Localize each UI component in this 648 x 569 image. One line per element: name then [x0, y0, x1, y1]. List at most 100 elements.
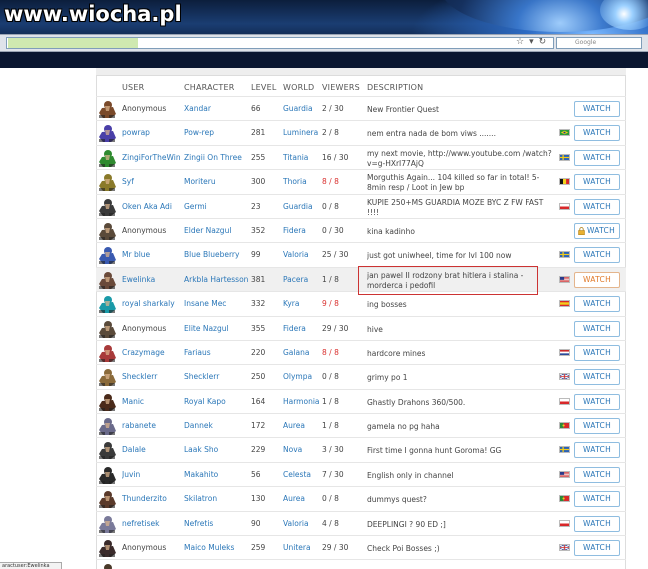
row-description: my next movie, http://www.youtube.com /w… [367, 148, 552, 168]
row-viewers: 7 / 30 [322, 469, 344, 479]
row-character[interactable]: Makahito [184, 463, 250, 487]
watch-button[interactable]: WATCH [574, 296, 620, 313]
row-character[interactable]: Laak Sho [184, 438, 250, 462]
row-world[interactable]: Nova [283, 438, 323, 462]
row-character[interactable]: Dannek [184, 414, 250, 438]
row-character[interactable]: Blue Blueberry [184, 243, 250, 267]
table-row[interactable]: nefretisek Nefretis 90 Valoria 4 / 8 DEEPLING… [96, 510, 626, 536]
table-row[interactable]: Anonymous Xandar 66 Guardia 2 / 30 New Fronti… [96, 96, 626, 120]
table-row[interactable]: ZingiForTheWin Zingii On Three 255 Titania 1… [96, 144, 626, 170]
row-user[interactable]: Oken Aka Adi [122, 195, 182, 219]
watch-button[interactable]: WATCH [574, 369, 620, 386]
row-user[interactable]: Thunderzito [122, 487, 182, 511]
table-row[interactable]: Manic Royal Kapo 164 Harmonia 1 / 8 Ghastly D… [96, 388, 626, 414]
star-icon[interactable]: ☆ [516, 37, 524, 47]
dropdown-icon[interactable]: ▾ [529, 37, 534, 47]
watch-button[interactable]: WATCH [574, 393, 620, 410]
watch-button[interactable]: WATCH [574, 174, 620, 191]
table-row[interactable]: Syf Moriteru 300 Thoria 8 / 8 Morguthis Again… [96, 169, 626, 193]
table-row[interactable]: Mr blue Blue Blueberry 99 Valoria 25 / 30 jus… [96, 242, 626, 266]
row-character[interactable]: Pow-rep [184, 121, 250, 145]
row-user[interactable]: nefretisek [122, 512, 182, 536]
row-world[interactable]: Fidera [283, 219, 323, 243]
row-character[interactable]: Moriteru [184, 170, 250, 194]
watch-button[interactable]: WATCH [574, 491, 620, 508]
row-user[interactable]: Dalale [122, 438, 182, 462]
table-row[interactable]: Crazymage Fariaus 220 Galana 8 / 8 hardcore m… [96, 339, 626, 365]
row-character[interactable]: Elder Nazgul [184, 219, 250, 243]
row-world[interactable]: Luminera [283, 121, 323, 145]
reload-icon[interactable]: ↻ [539, 37, 547, 47]
row-world[interactable]: Harmonia [283, 390, 323, 414]
row-character[interactable]: Zingii On Three [184, 146, 250, 170]
row-user[interactable] [122, 560, 182, 569]
row-world[interactable]: Galana [283, 341, 323, 365]
table-row[interactable]: Dalale Laak Sho 229 Nova 3 / 30 First time I … [96, 437, 626, 461]
row-world[interactable]: Valoria [283, 243, 323, 267]
row-world[interactable]: Olympa [283, 365, 323, 389]
table-row[interactable]: Shecklerr Shecklerr 250 Olympa 0 / 8 grimy po… [96, 364, 626, 388]
table-row[interactable]: Anonymous Elder Nazgul 352 Fidera 0 / 30 kina… [96, 217, 626, 243]
row-character[interactable]: Maico Muleks [184, 536, 250, 560]
row-user[interactable]: Shecklerr [122, 365, 182, 389]
row-user[interactable]: Ewelinka [122, 268, 182, 292]
row-user[interactable]: ZingiForTheWin [122, 146, 182, 170]
row-world[interactable]: Aurea [283, 487, 323, 511]
watch-button[interactable]: WATCH [574, 222, 620, 239]
site-logo: www.wiocha.pl [4, 2, 182, 26]
row-character[interactable]: Xandar [184, 97, 250, 121]
row-user[interactable]: Crazymage [122, 341, 182, 365]
row-world[interactable]: Thoria [283, 170, 323, 194]
row-character[interactable]: Germi [184, 195, 250, 219]
table-row[interactable]: powrap Pow-rep 281 Luminera 2 / 8 nem entra n… [96, 120, 626, 144]
table-row[interactable]: Anonymous Elite Nazgul 355 Fidera 29 / 30 hiv… [96, 315, 626, 341]
row-user[interactable]: rabanete [122, 414, 182, 438]
row-world[interactable]: Unitera [283, 536, 323, 560]
row-user[interactable]: royal sharkaly [122, 292, 182, 316]
row-world[interactable] [283, 560, 323, 569]
watch-button[interactable]: WATCH [574, 149, 620, 166]
row-world[interactable]: Guardia [283, 195, 323, 219]
row-character[interactable]: Fariaus [184, 341, 250, 365]
watch-button[interactable]: WATCH [574, 125, 620, 142]
row-user[interactable]: powrap [122, 121, 182, 145]
watch-button[interactable]: WATCH [574, 540, 620, 557]
row-world[interactable]: Fidera [283, 317, 323, 341]
row-character[interactable]: Arkbla Hartesson [184, 268, 250, 292]
watch-button[interactable]: WATCH [574, 198, 620, 215]
row-user[interactable]: Juvin [122, 463, 182, 487]
row-world[interactable]: Titania [283, 146, 323, 170]
table-row[interactable]: Oken Aka Adi Germi 23 Guardia 0 / 8 KUPIE 250… [96, 193, 626, 219]
row-world[interactable]: Celesta [283, 463, 323, 487]
table-row[interactable]: Thunderzito Skilatron 130 Aurea 0 / 8 dummys … [96, 486, 626, 510]
watch-button[interactable]: WATCH [574, 344, 620, 361]
row-user[interactable]: Syf [122, 170, 182, 194]
table-row[interactable]: Anonymous Maico Muleks 259 Unitera 29 / 30 Ch… [96, 535, 626, 559]
row-character[interactable]: Elite Nazgul [184, 317, 250, 341]
watch-button[interactable]: WATCH [574, 271, 620, 288]
watch-button[interactable]: WATCH [574, 466, 620, 483]
watch-button[interactable]: WATCH [574, 247, 620, 264]
row-character[interactable] [184, 560, 250, 569]
watch-button[interactable]: WATCH [574, 418, 620, 435]
row-world[interactable]: Valoria [283, 512, 323, 536]
watch-button[interactable]: WATCH [574, 320, 620, 337]
row-character[interactable]: Shecklerr [184, 365, 250, 389]
row-world[interactable]: Pacera [283, 268, 323, 292]
row-character[interactable]: Insane Mec [184, 292, 250, 316]
watch-button[interactable]: WATCH [574, 515, 620, 532]
search-input[interactable]: Google [556, 37, 642, 49]
row-world[interactable]: Aurea [283, 414, 323, 438]
table-row[interactable]: BUY ALL GAME CODE PACC!!!!!!!-SELL 116 [96, 559, 626, 569]
row-user[interactable]: Manic [122, 390, 182, 414]
row-character[interactable]: Royal Kapo [184, 390, 250, 414]
watch-button[interactable]: WATCH [574, 101, 620, 117]
row-user[interactable]: Mr blue [122, 243, 182, 267]
table-row[interactable]: Juvin Makahito 56 Celesta 7 / 30 English only… [96, 461, 626, 487]
watch-button[interactable]: WATCH [574, 442, 620, 459]
row-world[interactable]: Guardia [283, 97, 323, 121]
row-world[interactable]: Kyra [283, 292, 323, 316]
row-character[interactable]: Skilatron [184, 487, 250, 511]
table-row[interactable]: rabanete Dannek 172 Aurea 1 / 8 gamela no pg … [96, 413, 626, 437]
row-character[interactable]: Nefretis [184, 512, 250, 536]
